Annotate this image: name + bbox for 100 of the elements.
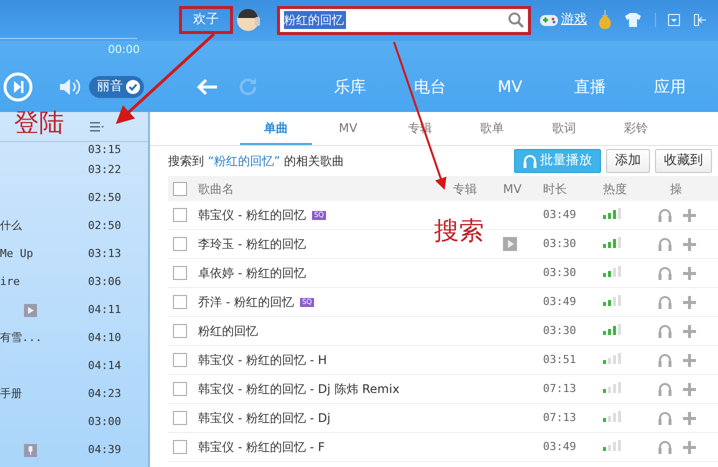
annotation-text: 搜索 (434, 218, 484, 243)
headphones-icon[interactable] (658, 382, 672, 396)
checkbox[interactable] (173, 295, 187, 309)
plus-icon[interactable] (683, 296, 696, 308)
plus-icon[interactable] (683, 440, 696, 454)
quality-toggle[interactable]: 丽音 (89, 76, 144, 98)
headphones-icon[interactable] (658, 208, 672, 222)
money-bag-icon[interactable] (597, 10, 613, 30)
checkbox[interactable] (173, 208, 187, 222)
select-all-checkbox[interactable] (173, 182, 187, 196)
plus-icon[interactable] (683, 382, 696, 396)
song-title[interactable]: 什么 (0, 218, 22, 232)
plus-icon[interactable] (683, 354, 696, 366)
check-icon (126, 80, 140, 94)
song-title[interactable]: 韩宝仪 - 粉红的回忆 - Dj 陈炜 Remix (198, 382, 400, 396)
song-duration: 07:13 (543, 380, 578, 397)
column-header: 歌曲名 (198, 180, 235, 198)
song-duration: 03:30 (543, 322, 578, 339)
song-duration: 03:49 (543, 206, 578, 223)
song-title[interactable]: 韩宝仪 - 粉红的回忆 - H (198, 353, 327, 367)
checkbox[interactable] (173, 353, 187, 367)
song-title[interactable]: 粉红的回忆 (198, 324, 258, 338)
song-duration: 03:49 (543, 438, 578, 455)
action-button[interactable]: 收藏到 (655, 149, 712, 173)
headphones-icon[interactable] (658, 266, 672, 280)
song-duration: 04:39 (88, 442, 122, 458)
video-icon[interactable] (24, 304, 37, 316)
plus-icon[interactable] (683, 208, 696, 222)
song-duration: 02:50 (88, 190, 122, 206)
checkbox[interactable] (173, 440, 187, 454)
song-title[interactable]: 韩宝仪 - 粉红的回忆 - Dj (198, 411, 330, 425)
annotation-text: 登陆 (14, 110, 64, 135)
column-header: 专辑 (453, 180, 478, 198)
checkbox[interactable] (173, 411, 187, 425)
headphones-icon (523, 154, 537, 168)
checkbox[interactable] (173, 237, 187, 251)
tab[interactable]: 单曲 (240, 112, 312, 145)
username[interactable]: 欢子 (182, 9, 230, 31)
song-duration: 03:22 (88, 162, 122, 178)
plus-icon[interactable] (683, 324, 696, 338)
search-icon[interactable] (508, 12, 524, 28)
video-icon[interactable] (503, 237, 517, 251)
tab[interactable]: 彩铃 (600, 112, 672, 145)
plus-icon[interactable] (683, 412, 696, 424)
headphones-icon[interactable] (658, 440, 672, 454)
song-title[interactable]: Me Up (0, 246, 34, 260)
song-duration: 03:13 (88, 246, 122, 262)
checkbox[interactable] (173, 382, 187, 396)
song-title[interactable]: 有雪... (0, 330, 42, 344)
tab[interactable]: MV (312, 112, 384, 145)
column-header: MV (503, 180, 523, 198)
mini-mode-icon[interactable] (694, 14, 706, 26)
volume-icon[interactable] (59, 78, 83, 96)
song-duration: 03:30 (543, 264, 578, 281)
song-duration: 02:50 (88, 218, 122, 234)
nav-link[interactable]: 电台 (390, 75, 470, 99)
plus-icon[interactable] (683, 238, 696, 250)
nav-link[interactable]: 直播 (550, 75, 630, 99)
back-arrow-icon[interactable] (196, 78, 218, 96)
list-menu-icon[interactable] (90, 122, 104, 132)
microphone-icon[interactable] (24, 444, 37, 456)
play-next-icon[interactable] (3, 72, 33, 102)
tab[interactable]: 歌单 (456, 112, 528, 145)
search-bar[interactable]: 粉红的回忆 (280, 8, 528, 32)
song-title[interactable]: 韩宝仪 - 粉红的回忆 (198, 208, 306, 222)
action-button[interactable]: 添加 (606, 149, 650, 173)
checkbox[interactable] (173, 324, 187, 338)
song-title[interactable]: 卓依婷 - 粉红的回忆 (198, 266, 306, 280)
search-field[interactable]: 粉红的回忆 (284, 11, 346, 29)
column-header: 热度 (603, 180, 628, 198)
result-summary: 搜索到 “粉红的回忆” 的相关歌曲 (168, 153, 346, 170)
song-duration: 03:00 (88, 414, 122, 430)
headphones-icon[interactable] (658, 353, 672, 367)
minimize-icon[interactable] (668, 14, 680, 26)
song-title[interactable]: 手册 (0, 386, 22, 400)
song-duration: 03:51 (543, 352, 578, 368)
checkbox[interactable] (173, 266, 187, 280)
shirt-icon[interactable] (625, 13, 641, 27)
refresh-icon[interactable] (238, 77, 258, 97)
song-duration: 03:15 (88, 142, 122, 156)
song-title[interactable]: ire (0, 274, 20, 288)
divider-line (655, 13, 656, 27)
song-title[interactable]: 韩宝仪 - 粉红的回忆 - F (198, 440, 325, 454)
avatar-icon[interactable] (236, 8, 260, 32)
headphones-icon[interactable] (658, 237, 672, 251)
song-duration: 07:13 (543, 410, 578, 426)
headphones-icon[interactable] (658, 295, 672, 309)
song-duration: 04:10 (88, 330, 122, 346)
headphones-icon[interactable] (658, 324, 672, 338)
song-duration: 03:49 (543, 294, 578, 310)
song-title[interactable]: 李玲玉 - 粉红的回忆 (198, 237, 306, 251)
song-duration: 03:06 (88, 274, 122, 290)
headphones-icon[interactable] (658, 411, 672, 425)
games-link[interactable]: 游戏 (540, 10, 587, 30)
column-header: 操 (670, 180, 683, 198)
song-duration: 04:23 (88, 386, 122, 402)
tab[interactable]: 歌词 (528, 112, 600, 145)
song-title[interactable]: 乔洋 - 粉红的回忆 (198, 295, 294, 309)
plus-icon[interactable] (683, 266, 696, 280)
song-duration: 03:30 (543, 236, 578, 252)
